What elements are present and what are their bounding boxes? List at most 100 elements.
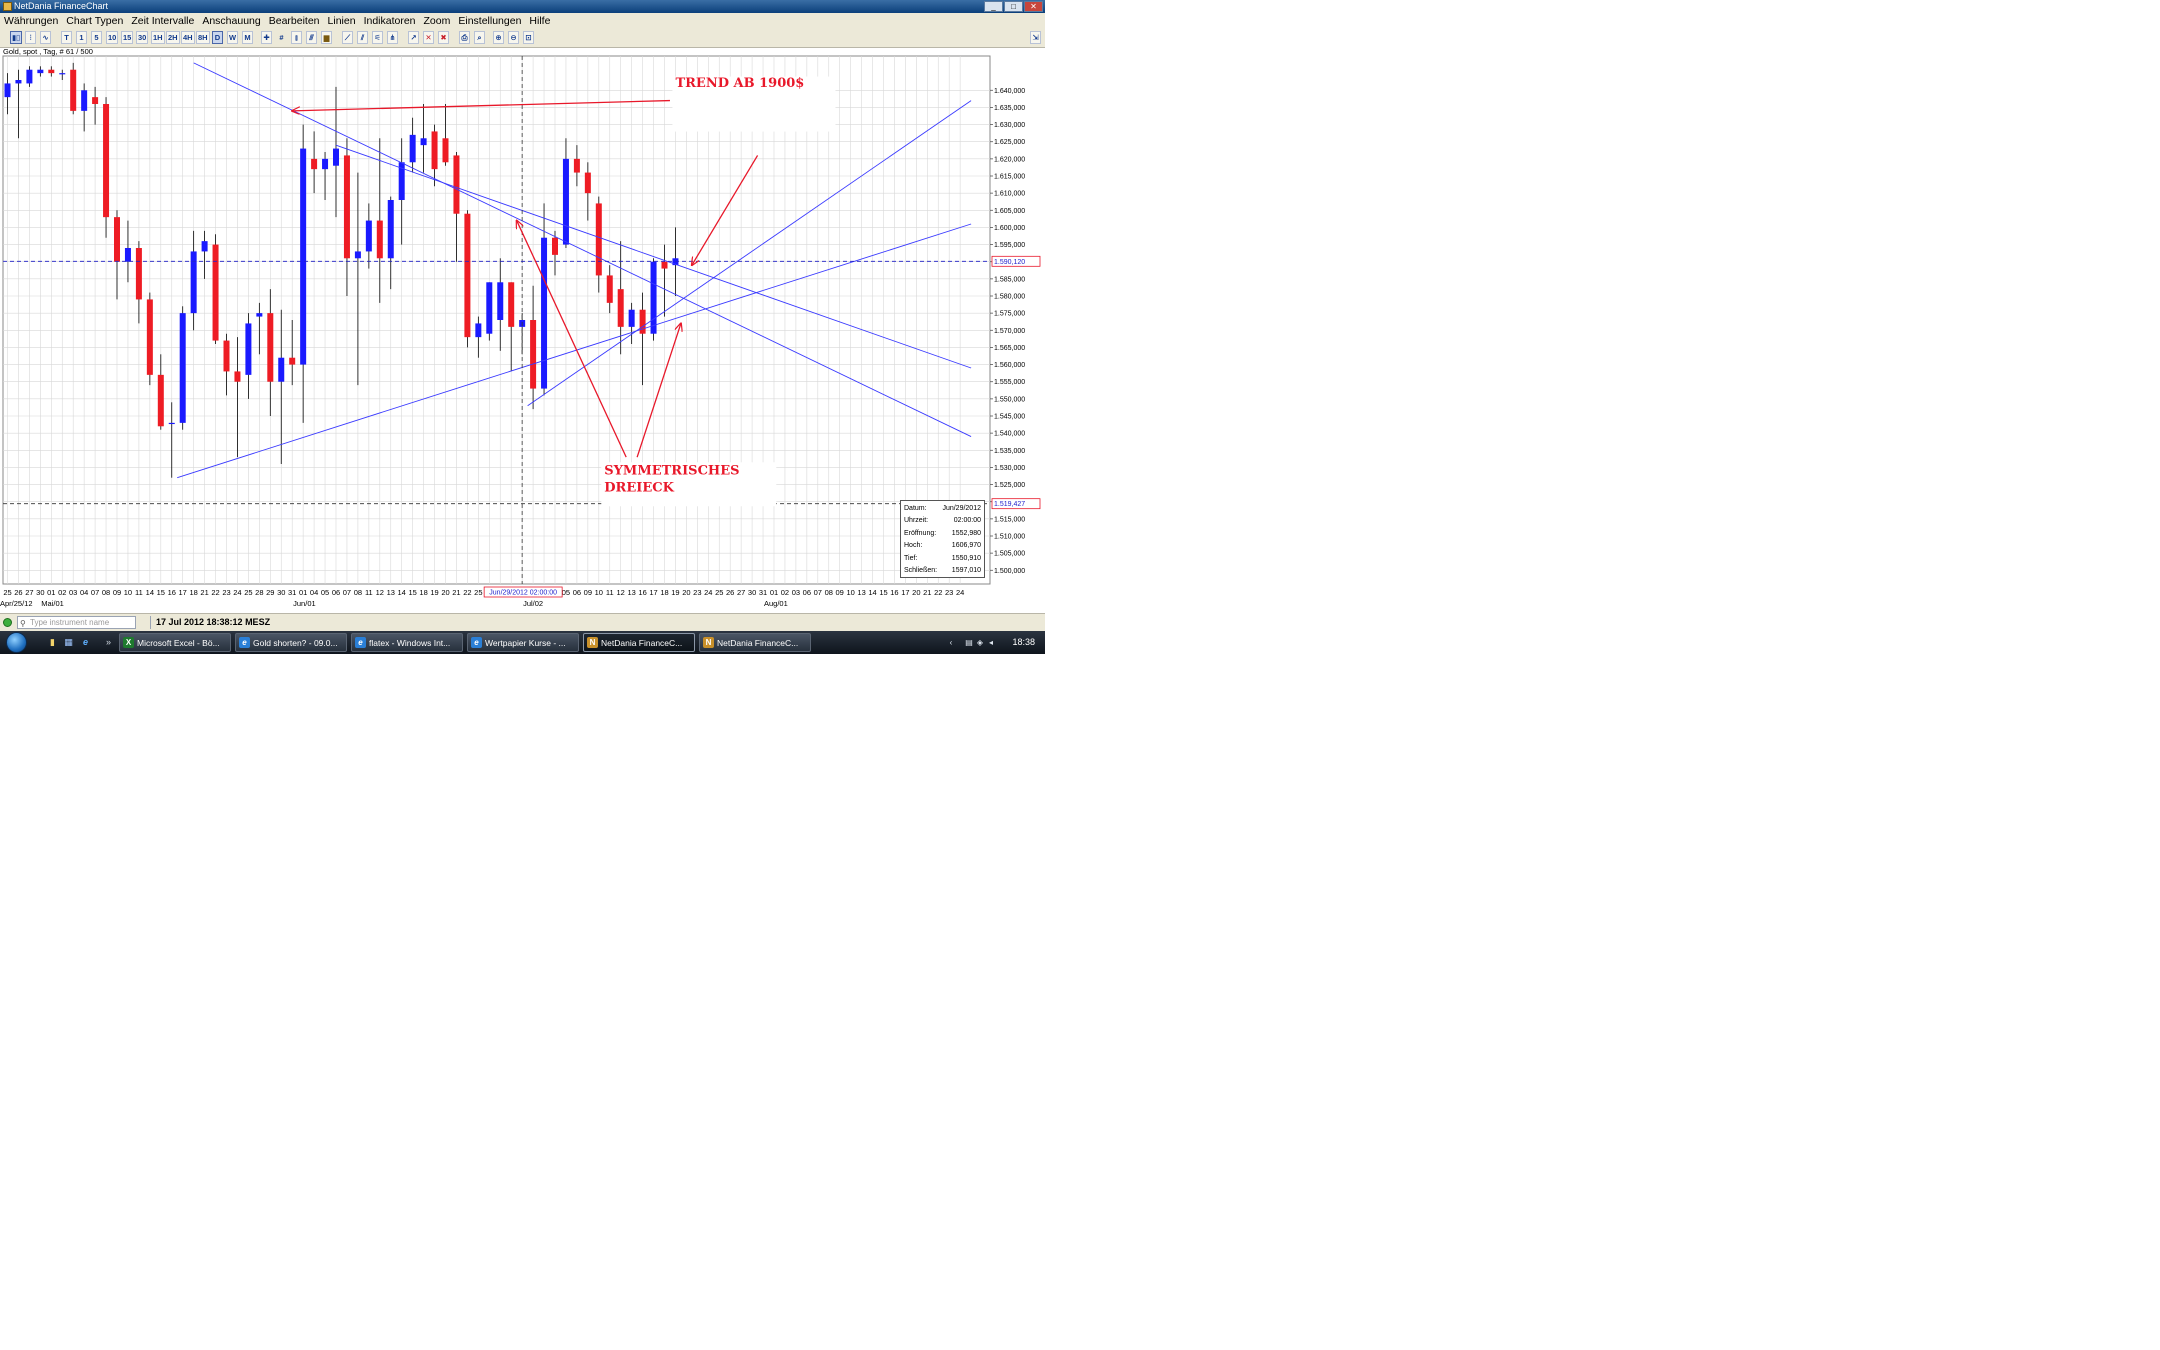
info-row-hoch: Hoch: 1606,970: [904, 542, 981, 549]
interval-m-button[interactable]: M: [242, 31, 253, 44]
candle-style-icon[interactable]: ⫾: [291, 31, 302, 44]
ohlc-icon[interactable]: ⫻: [306, 31, 317, 44]
delete-line-icon[interactable]: ✕: [423, 31, 434, 44]
task-excel[interactable]: X Microsoft Excel - Bö...: [119, 633, 231, 652]
candle-body: [48, 69, 55, 74]
menu-bearbeiten[interactable]: Bearbeiten: [265, 13, 324, 29]
detach-panel-icon[interactable]: ⇲: [1030, 31, 1041, 44]
candle-body: [223, 340, 230, 372]
x-day-label: 23: [945, 588, 953, 597]
delete-all-icon[interactable]: ✖: [438, 31, 449, 44]
x-day-label: 01: [770, 588, 778, 597]
line-chart-icon[interactable]: ∿: [40, 31, 51, 44]
bar-chart-icon[interactable]: ⫶: [25, 31, 36, 44]
close-button[interactable]: ✕: [1024, 1, 1043, 12]
candle-body: [453, 155, 460, 214]
minimize-button[interactable]: _: [984, 1, 1003, 12]
tray-expand-icon[interactable]: ‹: [947, 638, 955, 647]
candle-body: [81, 90, 88, 111]
quicklaunch-more-icon[interactable]: »: [103, 637, 114, 648]
crosshair-icon[interactable]: ✚: [261, 31, 272, 44]
candle-body: [256, 313, 263, 317]
price-chart[interactable]: 1.640,000 1.635,000 1.630,000 1.625,000 1.62…: [0, 47, 1045, 613]
x-day-label: 05: [562, 588, 570, 597]
zoom-in-icon[interactable]: ⊕: [493, 31, 504, 44]
candle-body: [289, 357, 296, 365]
draw-channel-icon[interactable]: ⫽: [357, 31, 368, 44]
x-day-label: 28: [255, 588, 263, 597]
task-gold-shorten[interactable]: e Gold shorten? - 09.0...: [235, 633, 347, 652]
interval-15-button[interactable]: 15: [121, 31, 134, 44]
y-tick-label: 1.620,000: [994, 156, 1025, 163]
x-day-label: 03: [792, 588, 800, 597]
interval-w-button[interactable]: W: [227, 31, 239, 44]
draw-fib-icon[interactable]: ⚟: [372, 31, 383, 44]
candle-body: [552, 237, 558, 255]
title-bar[interactable]: NetDania FinanceChart _ □ ✕: [0, 0, 1045, 13]
menu-zeit-intervalle[interactable]: Zeit Intervalle: [127, 13, 198, 29]
zoom-out-icon[interactable]: ⊖: [508, 31, 519, 44]
x-day-label: 26: [14, 588, 22, 597]
status-bar: ⚲ Type instrument name 17 Jul 2012 18:38…: [0, 613, 1045, 631]
candle-body: [157, 374, 164, 427]
candle-body: [59, 73, 66, 75]
candle-body: [333, 148, 339, 166]
menu-indikatoren[interactable]: Indikatoren: [360, 13, 420, 29]
menu-waehrungen[interactable]: Währungen: [0, 13, 62, 29]
draw-fan-icon[interactable]: ⋔: [387, 31, 398, 44]
grid-icon[interactable]: #: [276, 31, 287, 44]
interval-4h-button[interactable]: 4H: [181, 31, 195, 44]
candlestick-chart-icon[interactable]: ▮▯: [10, 31, 23, 44]
volume-tray-icon[interactable]: ◂: [987, 638, 995, 647]
x-day-label: 15: [157, 588, 165, 597]
menu-zoom[interactable]: Zoom: [420, 13, 455, 29]
network-icon[interactable]: ▤: [965, 638, 973, 647]
y-tick-label: 1.540,000: [994, 431, 1025, 438]
interval-10-button[interactable]: 10: [106, 31, 119, 44]
task-wertpapier-kurse[interactable]: e Wertpapier Kurse - ...: [467, 633, 579, 652]
task-netdania-2[interactable]: N NetDania FinanceC...: [699, 633, 811, 652]
print-icon[interactable]: ⎙: [459, 31, 470, 44]
candle-body: [508, 282, 515, 327]
x-day-label: 21: [923, 588, 931, 597]
menu-chart-typen[interactable]: Chart Typen: [62, 13, 127, 29]
interval-5-button[interactable]: 5: [91, 31, 102, 44]
draw-line-icon[interactable]: ⟋: [342, 31, 353, 44]
menu-einstellungen[interactable]: Einstellungen: [454, 13, 525, 29]
draw-arrow-icon[interactable]: ↗: [408, 31, 419, 44]
x-day-label: 17: [901, 588, 909, 597]
x-day-label: 14: [398, 588, 406, 597]
interval-t-button[interactable]: T: [61, 31, 72, 44]
menu-hilfe[interactable]: Hilfe: [525, 13, 554, 29]
interval-1h-button[interactable]: 1H: [151, 31, 165, 44]
x-day-label: 06: [332, 588, 340, 597]
switch-windows-icon[interactable]: ▦: [63, 637, 74, 648]
show-desktop-icon[interactable]: ▮: [47, 637, 58, 648]
ie-quicklaunch-icon[interactable]: e: [80, 637, 91, 648]
task-flatex[interactable]: e flatex - Windows Int...: [351, 633, 463, 652]
y-tick-label: 1.505,000: [994, 551, 1025, 558]
menu-anschauung[interactable]: Anschauung: [198, 13, 264, 29]
netdania-icon: N: [587, 637, 598, 648]
interval-1-button[interactable]: 1: [76, 31, 87, 44]
volume-icon[interactable]: ▆: [321, 31, 332, 44]
window-title: NetDania FinanceChart: [14, 1, 109, 11]
candle-body: [365, 220, 372, 252]
task-netdania-1[interactable]: N NetDania FinanceC...: [583, 633, 695, 652]
interval-d-button[interactable]: D: [212, 31, 223, 44]
y-tick-label: 1.525,000: [994, 482, 1025, 489]
x-day-label: 06: [803, 588, 811, 597]
print-preview-icon[interactable]: ⌕: [474, 31, 485, 44]
instrument-search-input[interactable]: ⚲ Type instrument name: [17, 616, 136, 629]
interval-30-button[interactable]: 30: [136, 31, 149, 44]
zoom-reset-icon[interactable]: ⊡: [523, 31, 534, 44]
maximize-button[interactable]: □: [1004, 1, 1023, 12]
candle-body: [146, 299, 153, 375]
y-tick-label: 1.510,000: [994, 534, 1025, 541]
shield-icon[interactable]: ◈: [976, 638, 984, 647]
start-button[interactable]: [6, 632, 27, 653]
excel-icon: X: [123, 637, 134, 648]
menu-linien[interactable]: Linien: [324, 13, 360, 29]
interval-2h-button[interactable]: 2H: [166, 31, 180, 44]
interval-8h-button[interactable]: 8H: [196, 31, 210, 44]
